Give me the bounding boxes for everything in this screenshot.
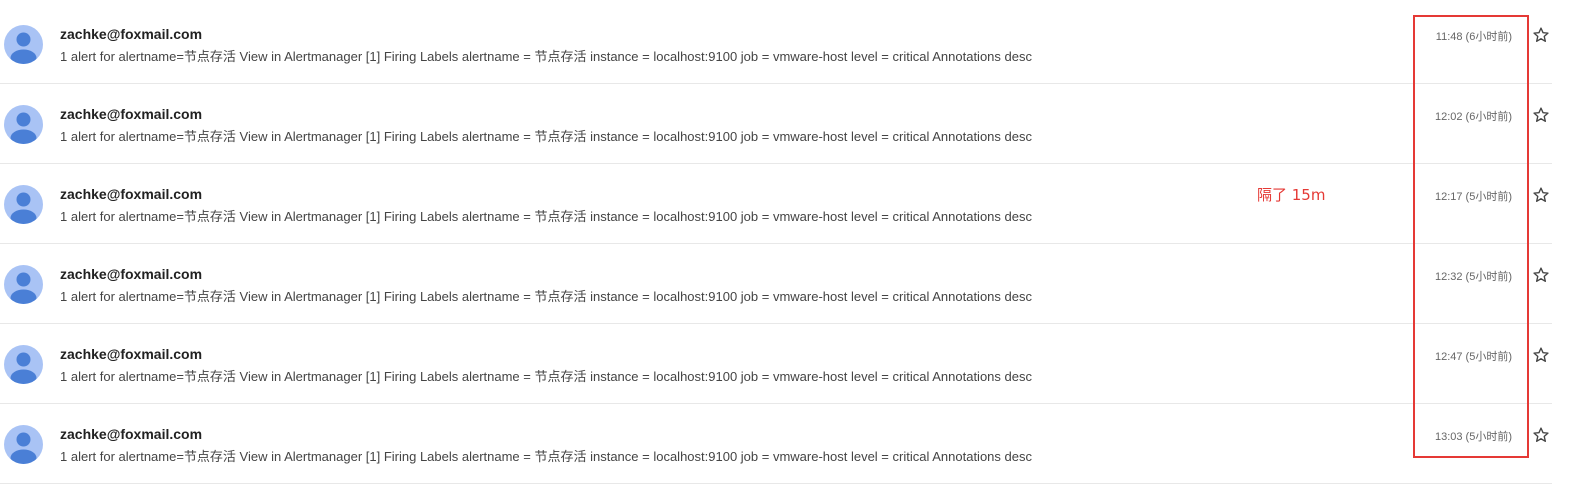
sender-email: zachke@foxmail.com — [60, 26, 203, 42]
star-icon[interactable] — [1532, 186, 1550, 204]
mail-row[interactable]: zachke@foxmail.com 1 alert for alertname… — [0, 84, 1552, 164]
email-preview: 1 alert for alertname=节点存活 View in Alert… — [60, 49, 1032, 64]
avatar-icon — [4, 265, 43, 304]
sender-email: zachke@foxmail.com — [60, 186, 203, 202]
avatar-icon — [4, 105, 43, 144]
mail-row[interactable]: zachke@foxmail.com 1 alert for alertname… — [0, 4, 1552, 84]
email-preview: 1 alert for alertname=节点存活 View in Alert… — [60, 129, 1032, 144]
avatar-icon — [4, 185, 43, 224]
sender-email: zachke@foxmail.com — [60, 106, 203, 122]
star-icon[interactable] — [1532, 106, 1550, 124]
avatar-icon — [4, 425, 43, 464]
email-preview: 1 alert for alertname=节点存活 View in Alert… — [60, 449, 1032, 464]
time-highlight-box — [1413, 15, 1529, 458]
mail-row[interactable]: zachke@foxmail.com 1 alert for alertname… — [0, 404, 1552, 484]
sender-email: zachke@foxmail.com — [60, 426, 203, 442]
mail-row[interactable]: zachke@foxmail.com 1 alert for alertname… — [0, 244, 1552, 324]
avatar-icon — [4, 345, 43, 384]
mail-row[interactable]: zachke@foxmail.com 1 alert for alertname… — [0, 324, 1552, 404]
star-icon[interactable] — [1532, 26, 1550, 44]
avatar-icon — [4, 25, 43, 64]
email-preview: 1 alert for alertname=节点存活 View in Alert… — [60, 209, 1032, 224]
sender-email: zachke@foxmail.com — [60, 266, 203, 282]
email-preview: 1 alert for alertname=节点存活 View in Alert… — [60, 369, 1032, 384]
email-preview: 1 alert for alertname=节点存活 View in Alert… — [60, 289, 1032, 304]
mail-list: zachke@foxmail.com 1 alert for alertname… — [0, 4, 1552, 484]
star-icon[interactable] — [1532, 346, 1550, 364]
interval-annotation: 隔了 15m — [1257, 186, 1326, 204]
star-icon[interactable] — [1532, 266, 1550, 284]
sender-email: zachke@foxmail.com — [60, 346, 203, 362]
star-icon[interactable] — [1532, 426, 1550, 444]
